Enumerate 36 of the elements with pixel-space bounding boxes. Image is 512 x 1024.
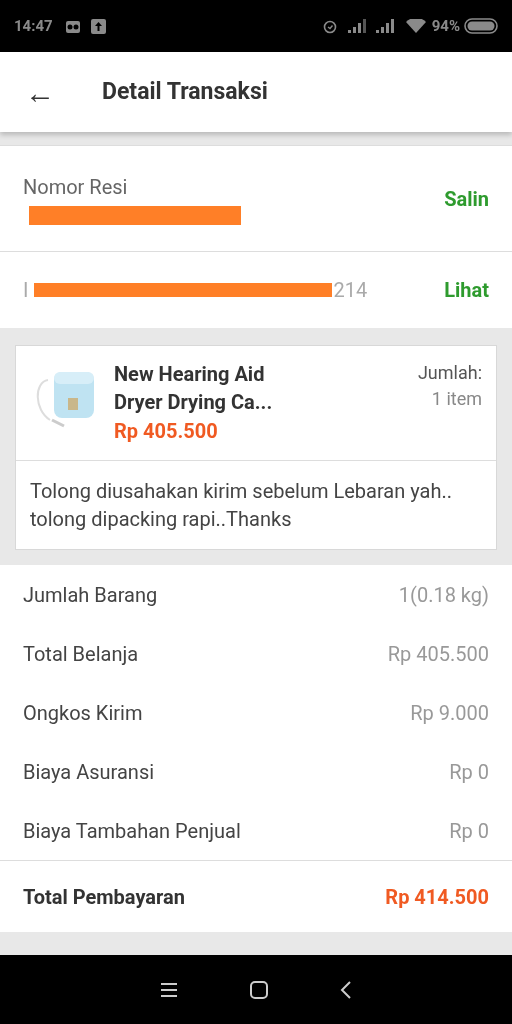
total-value: Rp 414.500	[385, 883, 489, 911]
buyer-note: Tolong diusahakan kirim sebelum Lebaran yah.. tolong dipacking rapi..Thanks	[29, 478, 453, 533]
field-label: Nomor Resi	[23, 174, 129, 201]
copy-link[interactable]: Salin	[444, 183, 489, 214]
view-link[interactable]: Lihat	[444, 275, 489, 305]
invoice-number: 214	[333, 277, 368, 304]
summary-label: Jumlah Barang	[23, 581, 158, 609]
alarm-icon	[321, 18, 338, 34]
signal-icon	[375, 19, 396, 33]
menu-icon[interactable]	[159, 981, 179, 998]
home-icon[interactable]	[249, 979, 269, 1000]
summary-label: Biaya Asuransi	[23, 758, 155, 786]
battery-icon	[464, 18, 498, 34]
notification-icon	[64, 18, 81, 34]
product-price: Rp 405.500	[114, 418, 219, 445]
summary-label: Biaya Tambahan Penjual	[23, 817, 241, 845]
page-title: Detail Transaksi	[102, 76, 268, 107]
clock: 14:47	[14, 15, 53, 37]
back-icon[interactable]	[339, 979, 353, 1000]
total-label: Total Pembayaran	[23, 883, 185, 911]
product-name: New Hearing Aid Dryer Drying Ca...	[114, 361, 274, 416]
upload-icon	[90, 18, 106, 34]
battery-percentage: 94%	[431, 15, 460, 37]
summary-label: Ongkos Kirim	[23, 699, 143, 727]
summary-label: Total Belanja	[23, 640, 139, 668]
summary-value: Rp 0	[449, 758, 489, 786]
quantity-label: Jumlah:	[417, 361, 482, 385]
back-button[interactable]: ←	[0, 52, 80, 132]
wifi-icon	[405, 19, 426, 33]
summary-value: Rp 405.500	[387, 640, 489, 668]
signal-icon	[347, 19, 368, 33]
summary-value: Rp 0	[449, 817, 489, 845]
summary-value: 1(0.18 kg)	[398, 581, 489, 609]
quantity-value: 1 item	[431, 387, 482, 411]
invoice-number: I	[23, 277, 29, 304]
summary-value: Rp 9.000	[410, 699, 489, 727]
